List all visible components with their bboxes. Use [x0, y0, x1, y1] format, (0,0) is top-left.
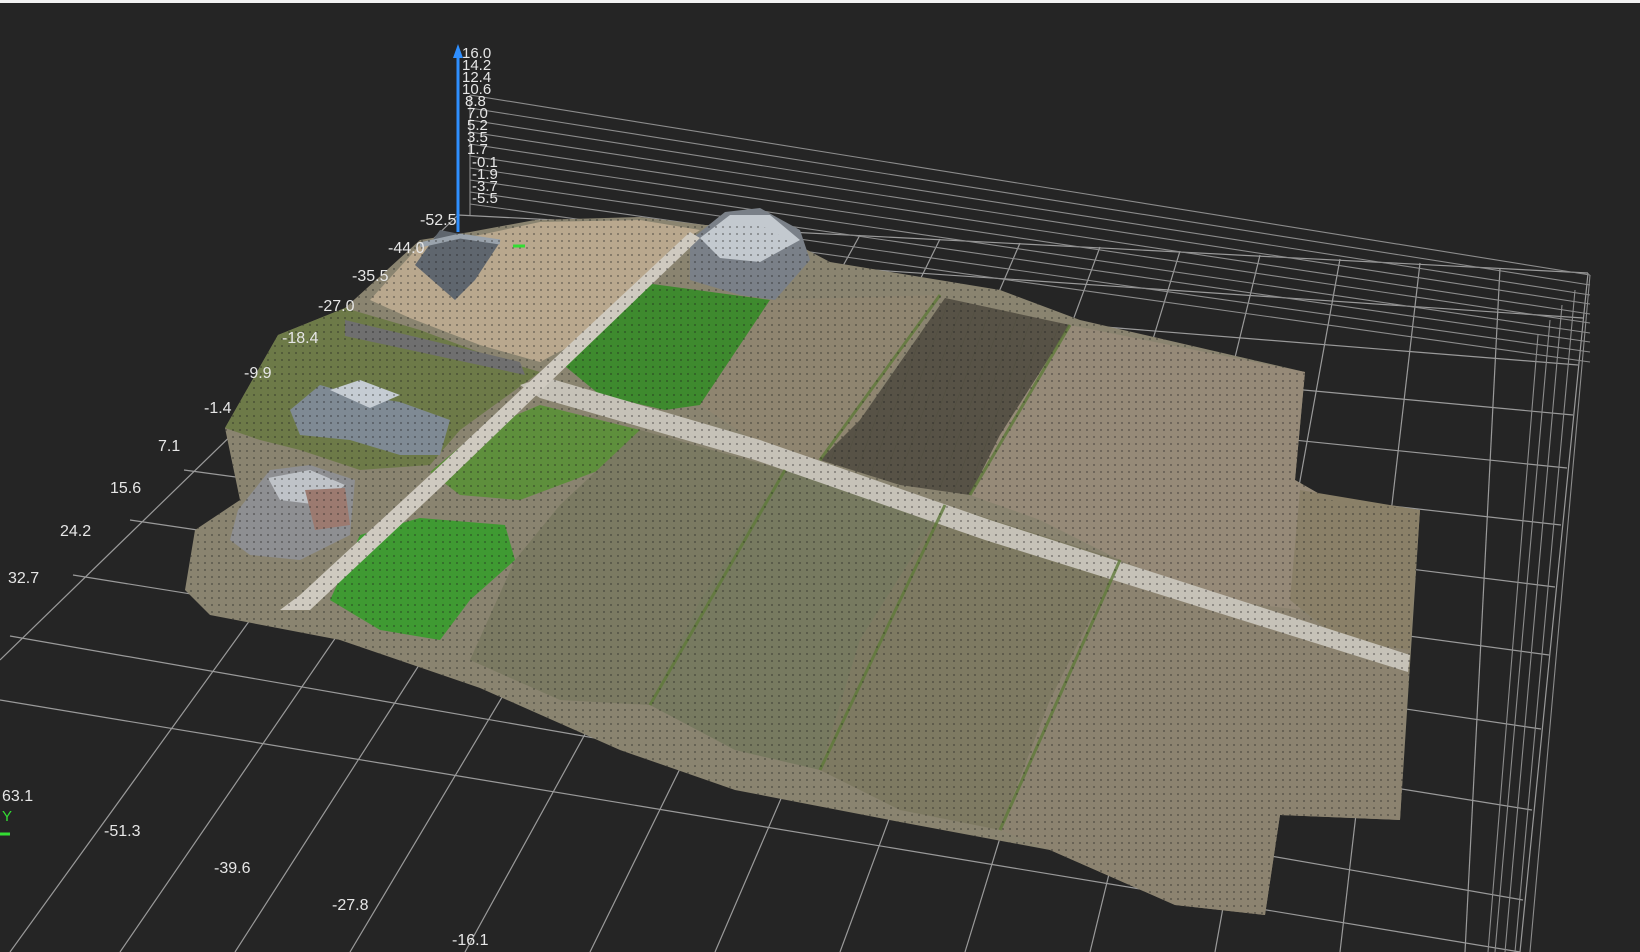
left-tick: -9.9 [244, 365, 272, 382]
left-tick: -52.5 [420, 212, 457, 229]
left-tick: 32.7 [8, 570, 40, 587]
bottom-tick: -51.3 [104, 823, 141, 840]
side-wall-grid [1487, 274, 1591, 952]
z-tick: -5.5 [472, 190, 498, 207]
left-tick: -18.4 [282, 330, 319, 347]
bottom-tick: 63.1 [2, 788, 34, 805]
bottom-tick: -39.6 [214, 860, 251, 877]
left-tick: -1.4 [204, 400, 232, 417]
left-tick: 24.2 [60, 523, 92, 540]
y-axis-letter: Y [2, 808, 13, 825]
point-cloud-scene[interactable] [0, 0, 1640, 952]
left-tick: -35.5 [352, 268, 389, 285]
bottom-tick: -16.1 [452, 932, 489, 949]
left-tick: 7.1 [158, 438, 181, 455]
terrain-point-cloud[interactable] [185, 208, 1420, 915]
left-tick: 15.6 [110, 480, 142, 497]
bottom-tick: -27.8 [332, 897, 369, 914]
left-tick: -27.0 [318, 298, 355, 315]
left-tick: -44.0 [388, 240, 425, 257]
point-cloud-viewport[interactable]: 16.0 14.2 12.4 10.6 8.8 7.0 5.2 3.5 1.7 … [0, 0, 1640, 952]
